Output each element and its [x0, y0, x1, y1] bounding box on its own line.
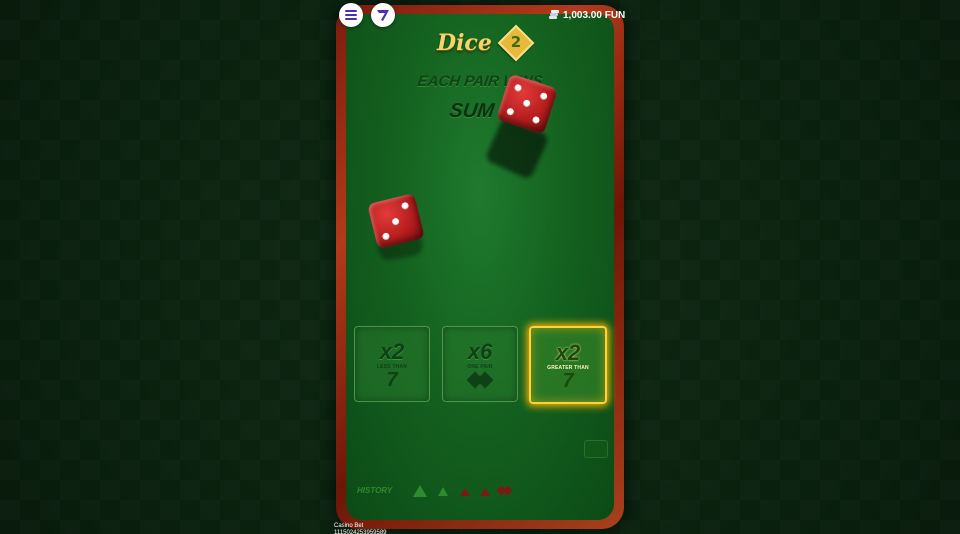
coin-stack-icon	[549, 9, 559, 19]
history-pair-icon	[496, 485, 513, 496]
balance-display: 1,003.00 FUN	[548, 8, 625, 22]
bet-target: 7	[386, 369, 398, 391]
game-logo: Dice 2	[437, 24, 535, 62]
bet-greater-than-7[interactable]: x2 GREATER THAN 7	[529, 326, 607, 404]
logo-badge-number: 2	[510, 33, 522, 51]
pair-dice-icon	[466, 371, 495, 391]
history-down-icon	[460, 488, 470, 496]
balance-amount: 1,003.00 FUN	[563, 9, 626, 21]
logo-text: Dice	[437, 30, 492, 56]
footer-casino-name: Casino Bet	[334, 523, 364, 529]
bet-target: 7	[562, 370, 574, 392]
bet-one-pair[interactable]: x6 ONE PAIR	[442, 326, 518, 402]
history-down-icon	[480, 488, 490, 496]
corner-chip	[584, 440, 608, 458]
history-label: HISTORY	[357, 486, 393, 495]
brand-logo-button[interactable]	[371, 3, 395, 27]
menu-button[interactable]	[339, 3, 363, 27]
rule-line-1: EACH PAIR WINS	[416, 73, 544, 90]
footer-id: 1115024253959589	[334, 530, 387, 534]
bet-multiplier: x2	[555, 340, 581, 365]
history-up-icon	[413, 485, 427, 497]
brand-logo-icon	[377, 10, 389, 21]
bet-multiplier: x6	[467, 339, 493, 364]
bet-less-than-7[interactable]: x2 LESS THAN 7	[354, 326, 430, 402]
bet-multiplier: x2	[379, 339, 405, 364]
menu-icon	[345, 10, 357, 20]
history-up-icon	[438, 487, 448, 496]
rule-line-2: SUM 8	[447, 100, 513, 122]
bet-label: ONE PAIR	[467, 364, 493, 370]
